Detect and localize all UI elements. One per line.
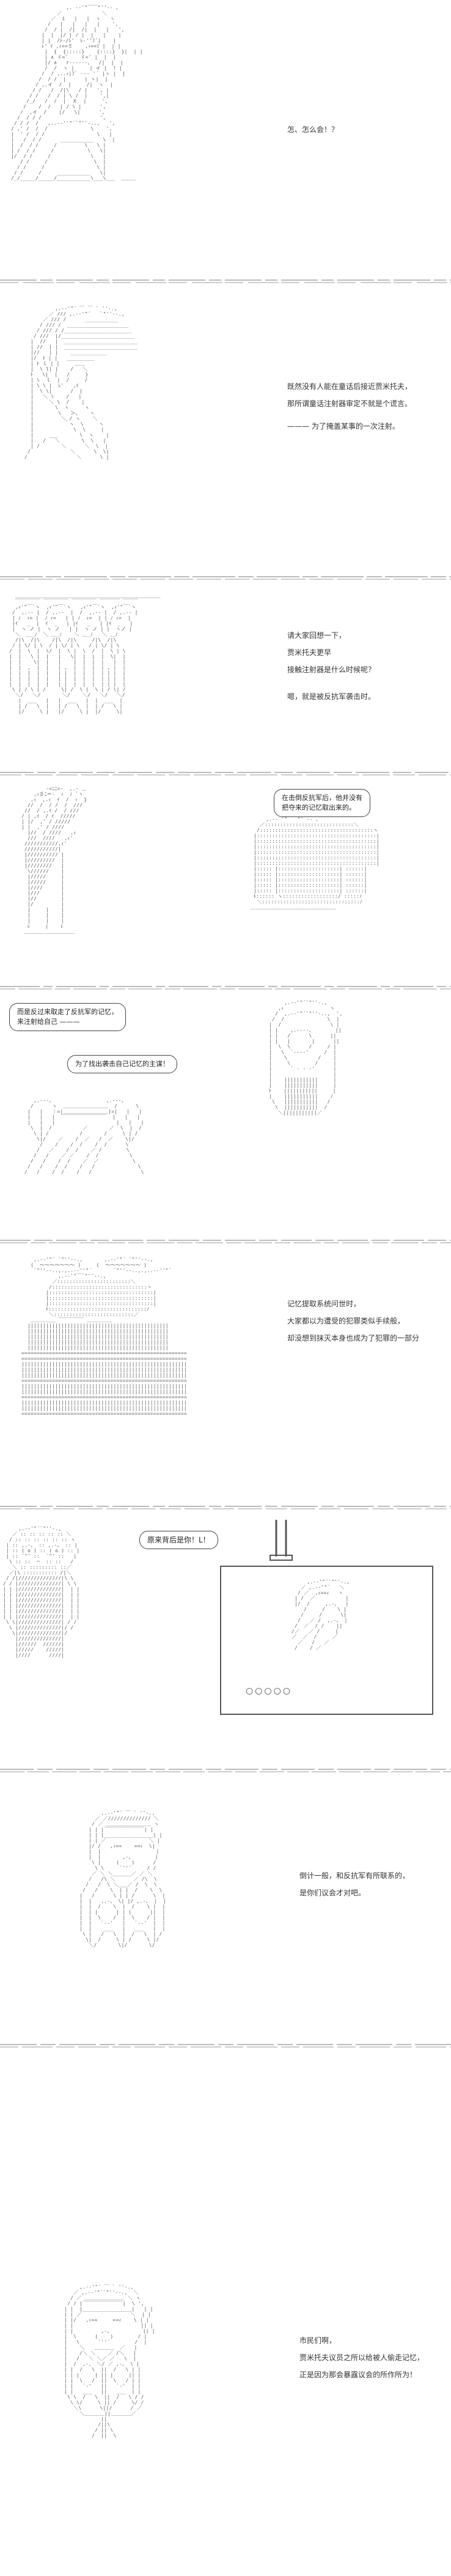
ascii-art-screen-figure: ,.-‐'"´`"''-., ／ ,.-‐'"´ ＼ / ／ ,ｨ==ｨ ヽ |… — [292, 1579, 350, 1651]
ascii-art-figure: ,.-‐'"´ ￣ ￣ ` ''-., ／ /// ,.-‐'"´ `"''‐-… — [24, 306, 138, 460]
narration-line: 怎、怎么会！？ — [287, 125, 339, 134]
narration-line: 嗯，就是被反抗军袭击时。 — [287, 692, 376, 701]
speech-bubble: 而是反过来取走了反抗军的记忆， 来注射给自己 ——— — [9, 1003, 126, 1031]
panel-separator — [0, 771, 451, 777]
monitor-screen: ,.-‐'"´`"''-., ／ ,.-‐'"´ ＼ / ／ ,ｨ==ｨ ヽ |… — [220, 1566, 433, 1715]
speech-bubble: 在击倒反抗军后，他并没有 把夺来的记忆取出来的。 — [274, 789, 370, 817]
narration-line: 却没想到抹灭本身也成为了犯罪的一部分 — [287, 1334, 420, 1342]
panel-separator — [0, 575, 451, 581]
ascii-art-hands: ,.-‐-、 ,.-‐-、 / ヽ ＿＿＿＿＿＿＿＿＿ / \ | | ｜=|＿… — [24, 1098, 144, 1175]
ascii-art-figure-left: -=ﾆﾆ=- ,.- ＿ ,ｨ彡ﾆ＝- ｨ ﾉ `ヽ ,ｨ ,.ｨ ｲ / ｨ … — [21, 786, 87, 935]
speech-bubble: 为了找出袭击自己记忆的主谋！ — [67, 1055, 177, 1073]
ascii-art-figure: ,.-‐'"´ ￣ ` ''-., ／ ,.-‐'"´`"''‐-., ＼ / … — [64, 2284, 155, 2438]
narration-line: 贾米托夫更早 — [287, 648, 332, 657]
panel-8: ,.-‐'"´ ￣ ` ''-., ／ ／////////////// ＼ / … — [0, 1777, 451, 2040]
ascii-art-figure: ,.-‐'"´ ￣ ` ''-., ／ ／////////////// ＼ / … — [79, 1810, 166, 1948]
narration-line: 那所谓童话注射器审定不就是个谎言。 — [287, 399, 413, 408]
narration-line: 市民们啊， — [299, 2336, 337, 2345]
narration-line: 大家都以为遭受的犯罪类似手续般， — [287, 1317, 405, 1325]
panel-separator — [0, 985, 451, 991]
narration-line: 贾米托夫议员之所以给被人偷走记忆， — [299, 2353, 425, 2362]
panel-1: ,. -‐'"￣￣"''‐- 、 ／ ＼ ／ i | | ヽ ヽ / | | |… — [0, 0, 451, 275]
narration-line: 接触注射器是什么时候呢？ — [287, 665, 376, 674]
narration-line: 是你们议会才对吧。 — [299, 1889, 366, 1897]
panel-separator — [0, 1505, 451, 1511]
panel-2: ,.-‐'"´ ￣ ￣ ` ''-., ／ /// ,.-‐'"´ `"''‐-… — [0, 287, 451, 572]
narration-line: 记忆提取系统问世时， — [287, 1300, 361, 1308]
screen-indicator-dots: ○○○○○ — [246, 1686, 293, 1696]
speech-bubble: 原来背后是你！L！ — [139, 1531, 218, 1549]
panel-6: ,.-‐'"´ `"''‐-., ,.-‐'"´ `"''‐-., ( ～～～～… — [0, 1248, 451, 1501]
ascii-art-figure-right: ,.-‐ '"￣￣"' ‐- 、 ／::::::::::::::::::::::… — [251, 816, 380, 910]
monitor-antenna — [269, 1520, 293, 1566]
panel-separator — [0, 278, 451, 284]
narration-line: 倒计一般，和反抗军有所联系的， — [299, 1871, 410, 1880]
panel-separator — [0, 2043, 451, 2049]
narration-line: 请大家回想一下， — [287, 631, 346, 640]
panel-5: ,.-‐'"´`"''-., ,ｨ ヽ / ,.-‐'"´`"''-.., ',… — [0, 994, 451, 1235]
panel-separator — [0, 1238, 451, 1245]
panel-4: -=ﾆﾆ=- ,.- ＿ ,ｨ彡ﾆ＝- ｨ ﾉ `ヽ ,ｨ ,.ｨ ｲ / ｨ … — [0, 780, 451, 982]
panel-3: ＿＿＿＿＿＿＿＿＿＿＿＿＿＿＿＿＿＿＿＿＿＿＿＿＿＿＿＿＿ ￣￣￣￣￣ ￣￣￣￣… — [0, 584, 451, 768]
panel-7: ,.-‐'"´`"''-., ／ :: :: :: :: :: ＼ / :: :… — [0, 1514, 451, 1764]
ascii-art-figure-left: ,.-‐'"´`"''-., ／ :: :: :: :: :: ＼ / :: :… — [3, 1526, 80, 1658]
panel-9: ,.-‐'"´ ￣ ` ''-., ／ ,.-‐'"´`"''‐-., ＼ / … — [0, 2052, 451, 2572]
narration-line: 既然没有人能在童话后接近贾米托夫， — [287, 382, 413, 391]
ascii-art-figure-crowd: ,.-‐'"´ `"''‐-., ,.-‐'"´ `"''‐-., ( ～～～～… — [21, 1257, 187, 1416]
ascii-art-figures: ＿＿＿＿＿＿＿＿＿＿＿＿＿＿＿＿＿＿＿＿＿＿＿＿＿＿＿＿＿ ￣￣￣￣￣ ￣￣￣￣… — [9, 593, 161, 714]
narration-line: 正是因为那会暴露议会的所作所为！ — [299, 2371, 417, 2379]
panel-separator — [0, 1767, 451, 1774]
narration-line: ——— 为了掩盖某事的一次注射。 — [287, 422, 400, 431]
ascii-art-figure: ,. -‐'"￣￣"''‐- 、 ／ ＼ ／ i | | ヽ ヽ / | | |… — [11, 5, 143, 181]
